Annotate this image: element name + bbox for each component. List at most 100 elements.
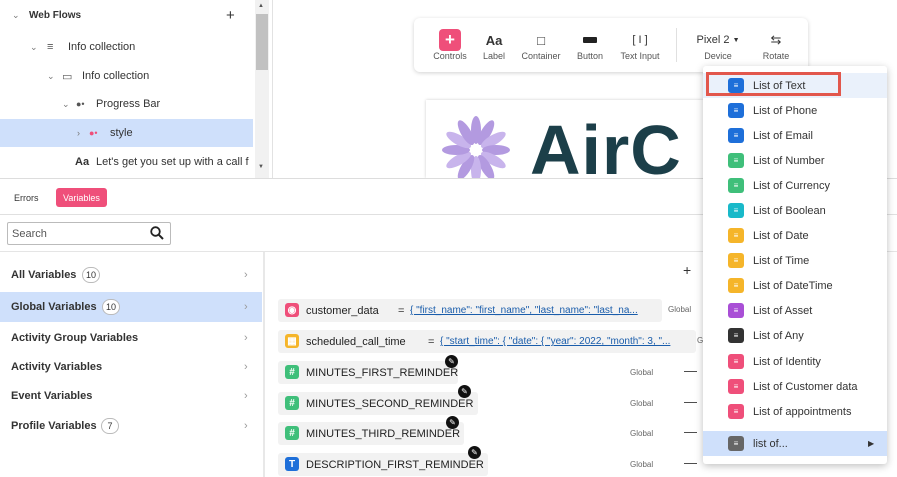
- tree-item-info-collection[interactable]: ⌄ ≡ Info collection: [0, 33, 253, 61]
- scroll-down-icon[interactable]: ▼: [258, 164, 264, 170]
- caret-right-icon: ▶: [868, 439, 875, 448]
- category-all-variables[interactable]: All Variables 10 ›: [0, 260, 262, 290]
- search-icon[interactable]: [150, 226, 164, 240]
- number-icon: #: [285, 365, 299, 379]
- search-input[interactable]: [12, 226, 142, 241]
- menu-item-list-of-datetime[interactable]: ≡ List of DateTime: [703, 273, 887, 298]
- tab-variables[interactable]: Variables: [56, 188, 107, 207]
- scrollbar-thumb[interactable]: [256, 14, 268, 70]
- add-variable-button[interactable]: +: [683, 262, 691, 278]
- flower-logo-icon: [442, 116, 510, 178]
- variable-value-link[interactable]: { "first_name": "first_name", "last_name…: [410, 305, 660, 316]
- menu-item-list-of-boolean[interactable]: ≡ List of Boolean: [703, 198, 887, 223]
- scroll-up-icon[interactable]: ▲: [258, 3, 264, 9]
- variable-row-minutes-second-reminder[interactable]: # MINUTES_SECOND_REMINDER: [278, 392, 478, 415]
- menu-item-list-of-number[interactable]: ≡ List of Number: [703, 148, 887, 173]
- controls-button[interactable]: + Controls: [428, 18, 472, 72]
- text-input-button[interactable]: [ I ] Text Input: [616, 18, 664, 72]
- remove-variable-button[interactable]: —: [684, 455, 697, 470]
- style-icon: ●•: [89, 128, 98, 138]
- container-icon: □: [537, 32, 545, 48]
- menu-item-label: List of DateTime: [753, 279, 833, 292]
- list-boolean-icon: ≡: [728, 203, 744, 218]
- category-label: Profile Variables: [11, 420, 97, 432]
- menu-item-list-of-appointments[interactable]: ≡ List of appointments: [703, 399, 887, 424]
- variable-value-link[interactable]: { "start_time": { "date": { "year": 2022…: [440, 336, 692, 347]
- add-flow-button[interactable]: +: [226, 7, 235, 24]
- tree-item-progress-bar[interactable]: ⌄ ●• Progress Bar: [0, 90, 253, 118]
- menu-item-label: List of Email: [753, 129, 813, 142]
- button-label: Button: [576, 51, 604, 61]
- button-button[interactable]: Button: [572, 18, 608, 72]
- category-profile-variables[interactable]: Profile Variables 7 ›: [0, 411, 262, 441]
- text-input-label: Text Input: [620, 51, 660, 61]
- count-badge: 10: [82, 267, 100, 283]
- menu-item-list-of-any[interactable]: ≡ List of Any: [703, 323, 887, 348]
- variable-row-minutes-first-reminder[interactable]: # MINUTES_FIRST_REMINDER: [278, 361, 458, 384]
- category-global-variables[interactable]: Global Variables 10 ›: [0, 292, 262, 322]
- category-activity-variables[interactable]: Activity Variables ›: [0, 352, 262, 382]
- number-icon: #: [285, 426, 299, 440]
- variable-row-description-first-reminder[interactable]: T DESCRIPTION_FIRST_REMINDER: [278, 453, 488, 476]
- variable-scope: Global: [630, 368, 654, 377]
- tab-errors[interactable]: Errors: [7, 188, 46, 207]
- edit-cursor-icon: ✎: [468, 446, 481, 459]
- chevron-right-icon: ›: [244, 269, 248, 281]
- highlight-box: [706, 72, 841, 96]
- category-label: All Variables: [11, 269, 77, 281]
- container-button[interactable]: □ Container: [518, 18, 564, 72]
- menu-item-list-of-identity[interactable]: ≡ List of Identity: [703, 349, 887, 374]
- tree-item-info-collection-screen[interactable]: ⌄ ▭ Info collection: [0, 62, 253, 90]
- chevron-down-icon[interactable]: ⌄: [47, 71, 55, 82]
- chevron-down-icon[interactable]: ⌄: [62, 99, 70, 110]
- rotate-button[interactable]: ⇆ Rotate: [756, 18, 796, 72]
- variable-scope: Global: [630, 429, 654, 438]
- remove-variable-button[interactable]: —: [684, 424, 697, 439]
- menu-item-list-of-date[interactable]: ≡ List of Date: [703, 223, 887, 248]
- remove-variable-button[interactable]: —: [684, 394, 697, 409]
- tree-scrollbar[interactable]: ▲ ▼: [255, 0, 269, 178]
- variable-name: DESCRIPTION_FIRST_REMINDER: [306, 458, 484, 471]
- menu-item-list-of[interactable]: ≡ list of... ▶: [703, 431, 887, 456]
- menu-item-list-of-phone[interactable]: ≡ List of Phone: [703, 98, 887, 123]
- label-button[interactable]: Aa Label: [478, 18, 510, 72]
- canvas-toolbar: + Controls Aa Label □ Container Button […: [414, 18, 808, 72]
- list-datetime-icon: ≡: [728, 278, 744, 293]
- menu-item-label: List of Time: [753, 254, 810, 267]
- menu-item-list-of-email[interactable]: ≡ List of Email: [703, 123, 887, 148]
- list-appointments-icon: ≡: [728, 404, 744, 419]
- remove-variable-button[interactable]: —: [684, 363, 697, 378]
- chevron-right-icon[interactable]: ›: [77, 128, 80, 138]
- count-badge: 10: [102, 299, 120, 315]
- category-event-variables[interactable]: Event Variables ›: [0, 381, 262, 411]
- rotate-icon: ⇆: [770, 32, 782, 47]
- variable-row-minutes-third-reminder[interactable]: # MINUTES_THIRD_REMINDER: [278, 422, 464, 445]
- tree-item-label: Info collection: [68, 41, 136, 53]
- progress-bar-icon: ●•: [76, 99, 85, 109]
- edit-cursor-icon: ✎: [446, 416, 459, 429]
- menu-item-list-of-currency[interactable]: ≡ List of Currency: [703, 173, 887, 198]
- device-selector[interactable]: Pixel 2 ▼ Device: [688, 18, 748, 72]
- edit-cursor-icon: ✎: [445, 355, 458, 368]
- menu-item-label: list of...: [753, 437, 788, 450]
- datetime-icon: ▦: [285, 334, 299, 348]
- tree-item-label-text[interactable]: Aa Let's get you set up with a call f: [0, 148, 253, 176]
- variable-row-scheduled-call-time[interactable]: ▦ scheduled_call_time = { "start_time": …: [278, 330, 696, 353]
- container-label: Container: [521, 51, 561, 61]
- chevron-right-icon: ›: [244, 301, 248, 313]
- tree-item-web-flows[interactable]: ⌄ Web Flows +: [0, 1, 253, 29]
- menu-item-list-of-time[interactable]: ≡ List of Time: [703, 248, 887, 273]
- variable-name: scheduled_call_time: [306, 335, 406, 348]
- tree-item-style[interactable]: › ●• style: [0, 119, 253, 147]
- variable-row-customer-data[interactable]: ◉ customer_data = { "first_name": "first…: [278, 299, 662, 322]
- chevron-down-icon[interactable]: ⌄: [12, 10, 20, 21]
- equals-sign: =: [428, 335, 435, 348]
- list-asset-icon: ≡: [728, 303, 744, 318]
- tree-item-label: Let's get you set up with a call f: [96, 156, 249, 168]
- menu-item-list-of-asset[interactable]: ≡ List of Asset: [703, 298, 887, 323]
- chevron-down-icon[interactable]: ⌄: [30, 42, 38, 53]
- category-label: Activity Variables: [11, 361, 103, 373]
- flow-tree: ⌄ Web Flows + ⌄ ≡ Info collection ⌄ ▭ In…: [0, 0, 255, 178]
- category-activity-group-variables[interactable]: Activity Group Variables ›: [0, 323, 262, 353]
- menu-item-list-of-customer-data[interactable]: ≡ List of Customer data: [703, 374, 887, 399]
